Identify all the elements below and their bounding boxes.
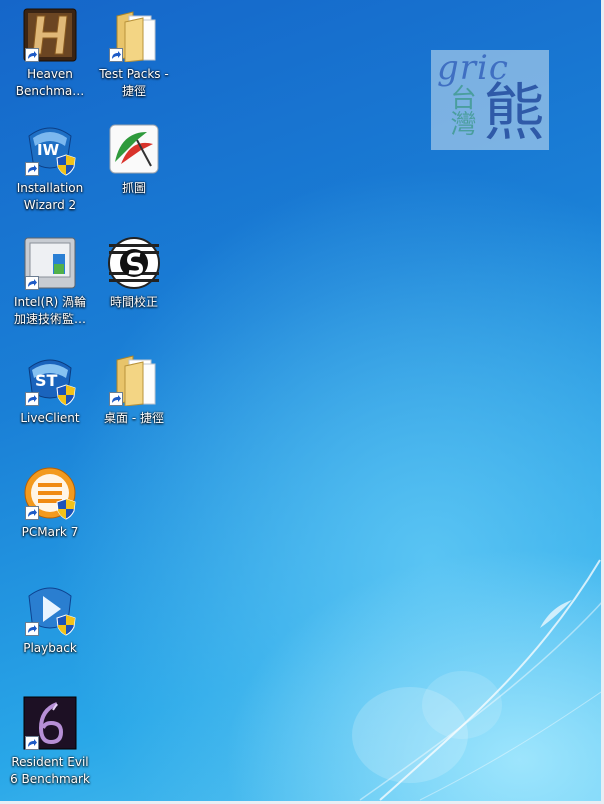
- pcmark-icon: [23, 466, 77, 520]
- shortcut-arrow-icon: [109, 48, 123, 62]
- folder-icon: [107, 352, 161, 407]
- resident-evil-icon: [23, 696, 77, 750]
- desktop-icon-installation-wizard[interactable]: IW Installation Wizard 2: [4, 122, 96, 214]
- uac-shield-icon: [56, 614, 76, 636]
- shortcut-arrow-icon: [25, 276, 39, 290]
- desktop-icon-desktop-shortcut[interactable]: 桌面 - 捷徑: [88, 352, 180, 427]
- icon-label: Test Packs - 捷徑: [99, 67, 169, 98]
- shortcut-arrow-icon: [25, 506, 39, 520]
- watermark-big-text: 熊: [483, 76, 546, 149]
- shortcut-arrow-icon: [109, 392, 123, 406]
- watermark-small-text: 台灣: [446, 84, 476, 136]
- uac-shield-icon: [56, 384, 76, 406]
- icon-label: Heaven Benchma…: [15, 67, 85, 98]
- icon-label: 桌面 - 捷徑: [104, 411, 164, 425]
- desktop-icon-pcmark7[interactable]: PCMark 7: [4, 466, 96, 541]
- icon-label: 抓圖: [121, 181, 146, 195]
- desktop-icon-playback[interactable]: Playback: [4, 582, 96, 657]
- shortcut-arrow-icon: [25, 622, 39, 636]
- liveclient-icon: ST: [23, 352, 77, 406]
- uac-shield-icon: [56, 498, 76, 520]
- shortcut-arrow-icon: [25, 162, 39, 176]
- desktop-icon-time-sync[interactable]: 時間校正: [88, 236, 180, 311]
- intel-turbo-monitor-icon: [23, 236, 77, 290]
- shortcut-arrow-icon: [25, 392, 39, 406]
- uac-shield-icon: [56, 154, 76, 176]
- icon-label: 時間校正: [109, 295, 158, 309]
- icon-label: Intel(R) 渦輪 加速技術監…: [13, 295, 87, 326]
- icon-label: LiveClient: [20, 411, 80, 425]
- desktop-icon-resident-evil-6-benchmark[interactable]: Resident Evil 6 Benchmark: [4, 696, 96, 788]
- desktop-icon-intel-turbo-monitor[interactable]: Intel(R) 渦輪 加速技術監…: [4, 236, 96, 328]
- shortcut-arrow-icon: [25, 48, 39, 62]
- gric-watermark: gric 台灣 熊: [431, 48, 549, 150]
- playback-icon: [23, 582, 77, 636]
- desktop-icon-heaven-benchmark[interactable]: Heaven Benchma…: [4, 8, 96, 100]
- time-sync-icon: [107, 236, 161, 290]
- screen-capture-icon: [107, 122, 161, 176]
- icon-label: Resident Evil 6 Benchmark: [10, 755, 90, 786]
- desktop[interactable]: gric 台灣 熊 Heaven Benchma… IW Installatio…: [0, 0, 604, 804]
- desktop-icon-liveclient[interactable]: ST LiveClient: [4, 352, 96, 427]
- desktop-icon-test-packs-shortcut[interactable]: Test Packs - 捷徑: [88, 8, 180, 100]
- folder-icon: [107, 8, 161, 63]
- icon-label: Installation Wizard 2: [16, 181, 84, 212]
- shortcut-arrow-icon: [25, 736, 39, 750]
- desktop-icon-screen-capture[interactable]: 抓圖: [88, 122, 180, 197]
- heaven-benchmark-icon: [23, 8, 77, 62]
- icon-label: PCMark 7: [21, 525, 79, 539]
- installation-wizard-icon: IW: [23, 122, 77, 176]
- icon-label: Playback: [23, 641, 77, 655]
